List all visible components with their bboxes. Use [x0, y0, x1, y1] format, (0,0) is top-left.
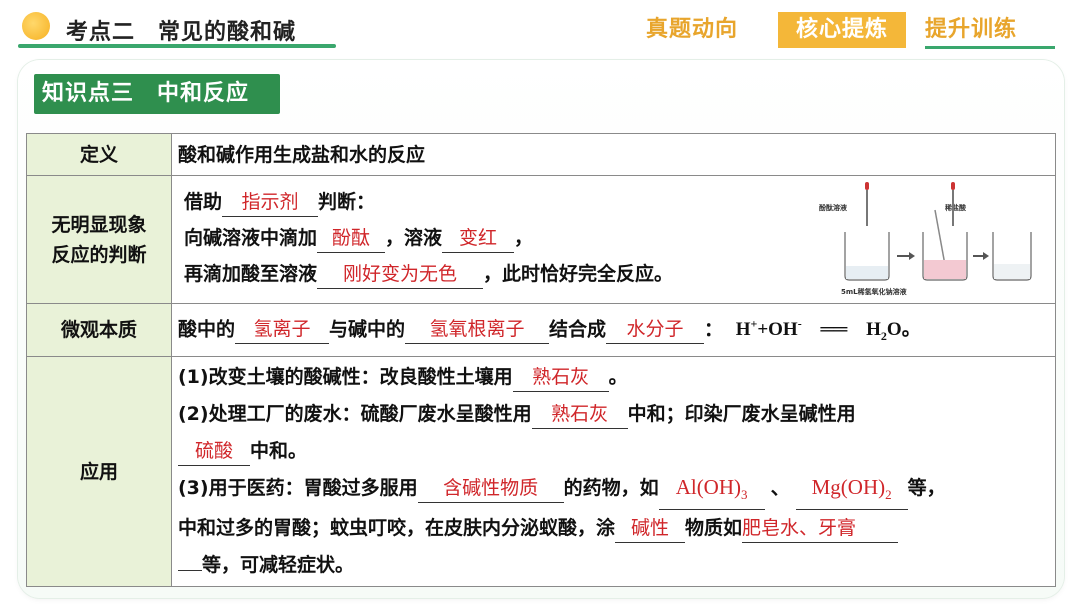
- table-row-essence: 微观本质 酸中的 氢离子 与碱中的 氢氧根离子 结合成 水分子： H++OH- ══ H2…: [26, 302, 1056, 358]
- judgement-line1-post: 判断：: [318, 190, 376, 213]
- top-bar: 考点二 常见的酸和碱 真题动向 核心提炼 提升训练: [0, 0, 1080, 56]
- blank-hydrogen-ion: 氢离子: [235, 315, 330, 345]
- eq-h: H: [735, 319, 751, 341]
- diagram-label-indicator: 酚酞溶液: [819, 203, 848, 212]
- blank-soap-toothpaste: 肥皂水、牙膏: [742, 514, 899, 544]
- blank-magnesium-hydroxide: Mg(OH)2: [795, 473, 908, 511]
- blank-aluminium-hydroxide: Al(OH)3: [658, 473, 765, 511]
- app-item1-post: 。: [608, 366, 628, 389]
- essence-pre: 酸中的: [178, 318, 236, 341]
- judgement-line3-post: ，此时恰好完全反应。: [483, 262, 674, 285]
- tab-real-exam-trends[interactable]: 真题动向: [646, 12, 738, 48]
- blank-water-molecule: 水分子: [606, 315, 705, 345]
- application-cell: (1)改变土壤的酸碱性：改良酸性土壤用 熟石灰。 (2)处理工厂的废水：硫酸厂废水…: [171, 356, 1056, 588]
- app-item2-mid: 中和；印染厂废水呈碱性用: [627, 403, 856, 426]
- blank-alkaline-substance: 含碱性物质: [417, 474, 564, 504]
- application-item-2: (2)处理工厂的废水：硫酸厂废水呈酸性用 熟石灰 中和；印染厂废水呈碱性用: [178, 396, 1049, 433]
- table-row-application: 应用 (1)改变土壤的酸碱性：改良酸性土壤用 熟石灰。 (2)处理工厂的废水：硫酸…: [26, 356, 1056, 588]
- section-tag: 知识点三 中和反应: [34, 74, 280, 114]
- beaker-1-icon: [844, 231, 890, 281]
- beaker-2-icon: [922, 231, 968, 281]
- blank-slaked-lime-1: 熟石灰: [512, 363, 609, 393]
- titration-diagram: 酚酞溶液 稀盐酸 5mL稀氢氧化钠溶液: [819, 181, 1032, 296]
- definition-text: 酸和碱作用生成盐和水的反应: [171, 133, 1056, 176]
- blank-indicator: 指示剂: [222, 188, 319, 217]
- judgement-line-1: 借助 指示剂 判断：: [184, 184, 673, 220]
- app-item3-post1: 等，: [907, 477, 946, 500]
- mg-oh-subscript: 2: [885, 487, 892, 503]
- judgement-wrap: 借助 指示剂 判断： 向碱溶液中滴加 酚酞 ，溶液 变红， 再滴加酸至溶液 刚好变为无色 ，此…: [178, 180, 1049, 300]
- application-item-3: (3)用于医药：胃酸过多服用 含碱性物质 的药物，如 Al(OH)3、 Mg(OH)2 等…: [178, 470, 1049, 511]
- arrow-right-icon: [897, 251, 915, 260]
- judgement-line2-post: ，: [514, 226, 534, 249]
- application-item-2-cont: 硫酸 中和。: [178, 433, 1049, 470]
- knowledge-table: 定义 酸和碱作用生成盐和水的反应 无明显现象 反应的判断 借助 指示剂 判断： 向碱…: [26, 133, 1056, 588]
- row-head-judgement: 无明显现象 反应的判断: [26, 175, 172, 304]
- nav-underline: [925, 46, 1055, 49]
- arrow-right-icon-2: [973, 251, 989, 260]
- app-item3-mid2: 物质如: [685, 517, 743, 540]
- tab-core-summary[interactable]: 核心提炼: [778, 12, 906, 48]
- judgement-line-3: 再滴加酸至溶液 刚好变为无色 ，此时恰好完全反应。: [184, 256, 673, 292]
- eq-equals-sign: ══: [820, 319, 848, 341]
- al-oh-text: Al(OH): [675, 475, 742, 500]
- application-item-1: (1)改变土壤的酸碱性：改良酸性土壤用 熟石灰。: [178, 359, 1049, 396]
- app-item2-pre: (2)处理工厂的废水：硫酸厂废水呈酸性用: [178, 403, 532, 426]
- tab-advanced-training[interactable]: 提升训练: [925, 12, 1017, 48]
- app-item3-sep: 、: [770, 477, 790, 500]
- row-head-definition: 定义: [26, 133, 172, 176]
- app-item3-pre: (3)用于医药：胃酸过多服用: [178, 477, 418, 500]
- judgement-cell: 借助 指示剂 判断： 向碱溶液中滴加 酚酞 ，溶液 变红， 再滴加酸至溶液 刚好变为无色 ，此…: [171, 175, 1056, 304]
- eq-o: O: [886, 319, 902, 341]
- blank-slaked-lime-2: 熟石灰: [531, 400, 628, 430]
- app-item1-pre: (1)改变土壤的酸碱性：改良酸性土壤用: [178, 366, 513, 389]
- judgement-line1-pre: 借助: [184, 190, 223, 213]
- blank-phenolphthalein: 酚酞: [317, 224, 386, 253]
- blank-continuation: [178, 570, 202, 572]
- diagram-label-acid: 稀盐酸: [945, 203, 967, 212]
- application-item-3-line2: 中和过多的胃酸；蚊虫叮咬，在皮肤内分泌蚁酸，涂 碱性 物质如肥皂水、牙膏: [178, 510, 1049, 547]
- blank-turns-red: 变红: [442, 224, 515, 253]
- beaker-3-icon: [992, 231, 1032, 281]
- app-item3-line3-post: 等，可减轻症状。: [202, 554, 355, 577]
- neutralization-equation: H++OH- ══ H2O。: [735, 317, 921, 343]
- app-item3-mid1: 的药物，如: [563, 477, 659, 500]
- essence-colon: ：: [704, 318, 724, 341]
- table-row-definition: 定义 酸和碱作用生成盐和水的反应: [26, 133, 1056, 176]
- eq-h2: H: [866, 319, 881, 341]
- judgement-line-2: 向碱溶液中滴加 酚酞 ，溶液 变红，: [184, 220, 673, 256]
- blank-alkaline: 碱性: [615, 514, 686, 544]
- app-item2-post: 中和。: [250, 440, 308, 463]
- application-item-3-line3: 等，可减轻症状。: [178, 547, 1049, 584]
- blank-hydroxide-ion: 氢氧根离子: [405, 315, 550, 345]
- eq-oh: +OH: [757, 319, 798, 341]
- blank-sulfuric-acid: 硫酸: [178, 437, 250, 467]
- essence-mid1: 与碱中的: [329, 318, 406, 341]
- row-head-judgement-line2: 反应的判断: [51, 243, 147, 266]
- eq-end: 。: [901, 318, 921, 341]
- mg-oh-text: Mg(OH): [811, 475, 886, 500]
- table-row-judgement: 无明显现象 反应的判断 借助 指示剂 判断： 向碱溶液中滴加 酚酞 ，溶液 变红， 再滴加…: [26, 175, 1056, 304]
- title-dot-icon: [22, 12, 50, 40]
- al-oh-subscript: 3: [741, 487, 748, 503]
- judgement-line3-pre: 再滴加酸至溶液: [184, 262, 318, 285]
- eq-oh-charge: -: [797, 317, 802, 331]
- judgement-line2-mid: ，溶液: [385, 226, 443, 249]
- essence-cell: 酸中的 氢离子 与碱中的 氢氧根离子 结合成 水分子： H++OH- ══ H2O。: [171, 302, 1056, 358]
- diagram-caption: 5mL稀氢氧化钠溶液: [841, 287, 908, 296]
- definition-content: 酸和碱作用生成盐和水的反应: [178, 143, 426, 166]
- title-underline: [18, 44, 336, 48]
- row-head-judgement-line1: 无明显现象: [51, 213, 147, 236]
- judgement-line2-pre: 向碱溶液中滴加: [184, 226, 318, 249]
- row-head-essence: 微观本质: [26, 302, 172, 358]
- row-head-application: 应用: [26, 356, 172, 588]
- app-item3-line2-pre: 中和过多的胃酸；蚊虫叮咬，在皮肤内分泌蚁酸，涂: [178, 517, 616, 540]
- page-title: 考点二 常见的酸和碱: [66, 20, 297, 45]
- judgement-lines: 借助 指示剂 判断： 向碱溶液中滴加 酚酞 ，溶液 变红， 再滴加酸至溶液 刚好变为无色 ，此…: [184, 184, 673, 292]
- blank-becomes-colorless: 刚好变为无色: [317, 260, 484, 289]
- essence-mid2: 结合成: [549, 318, 607, 341]
- dropper-1-icon: [865, 181, 869, 226]
